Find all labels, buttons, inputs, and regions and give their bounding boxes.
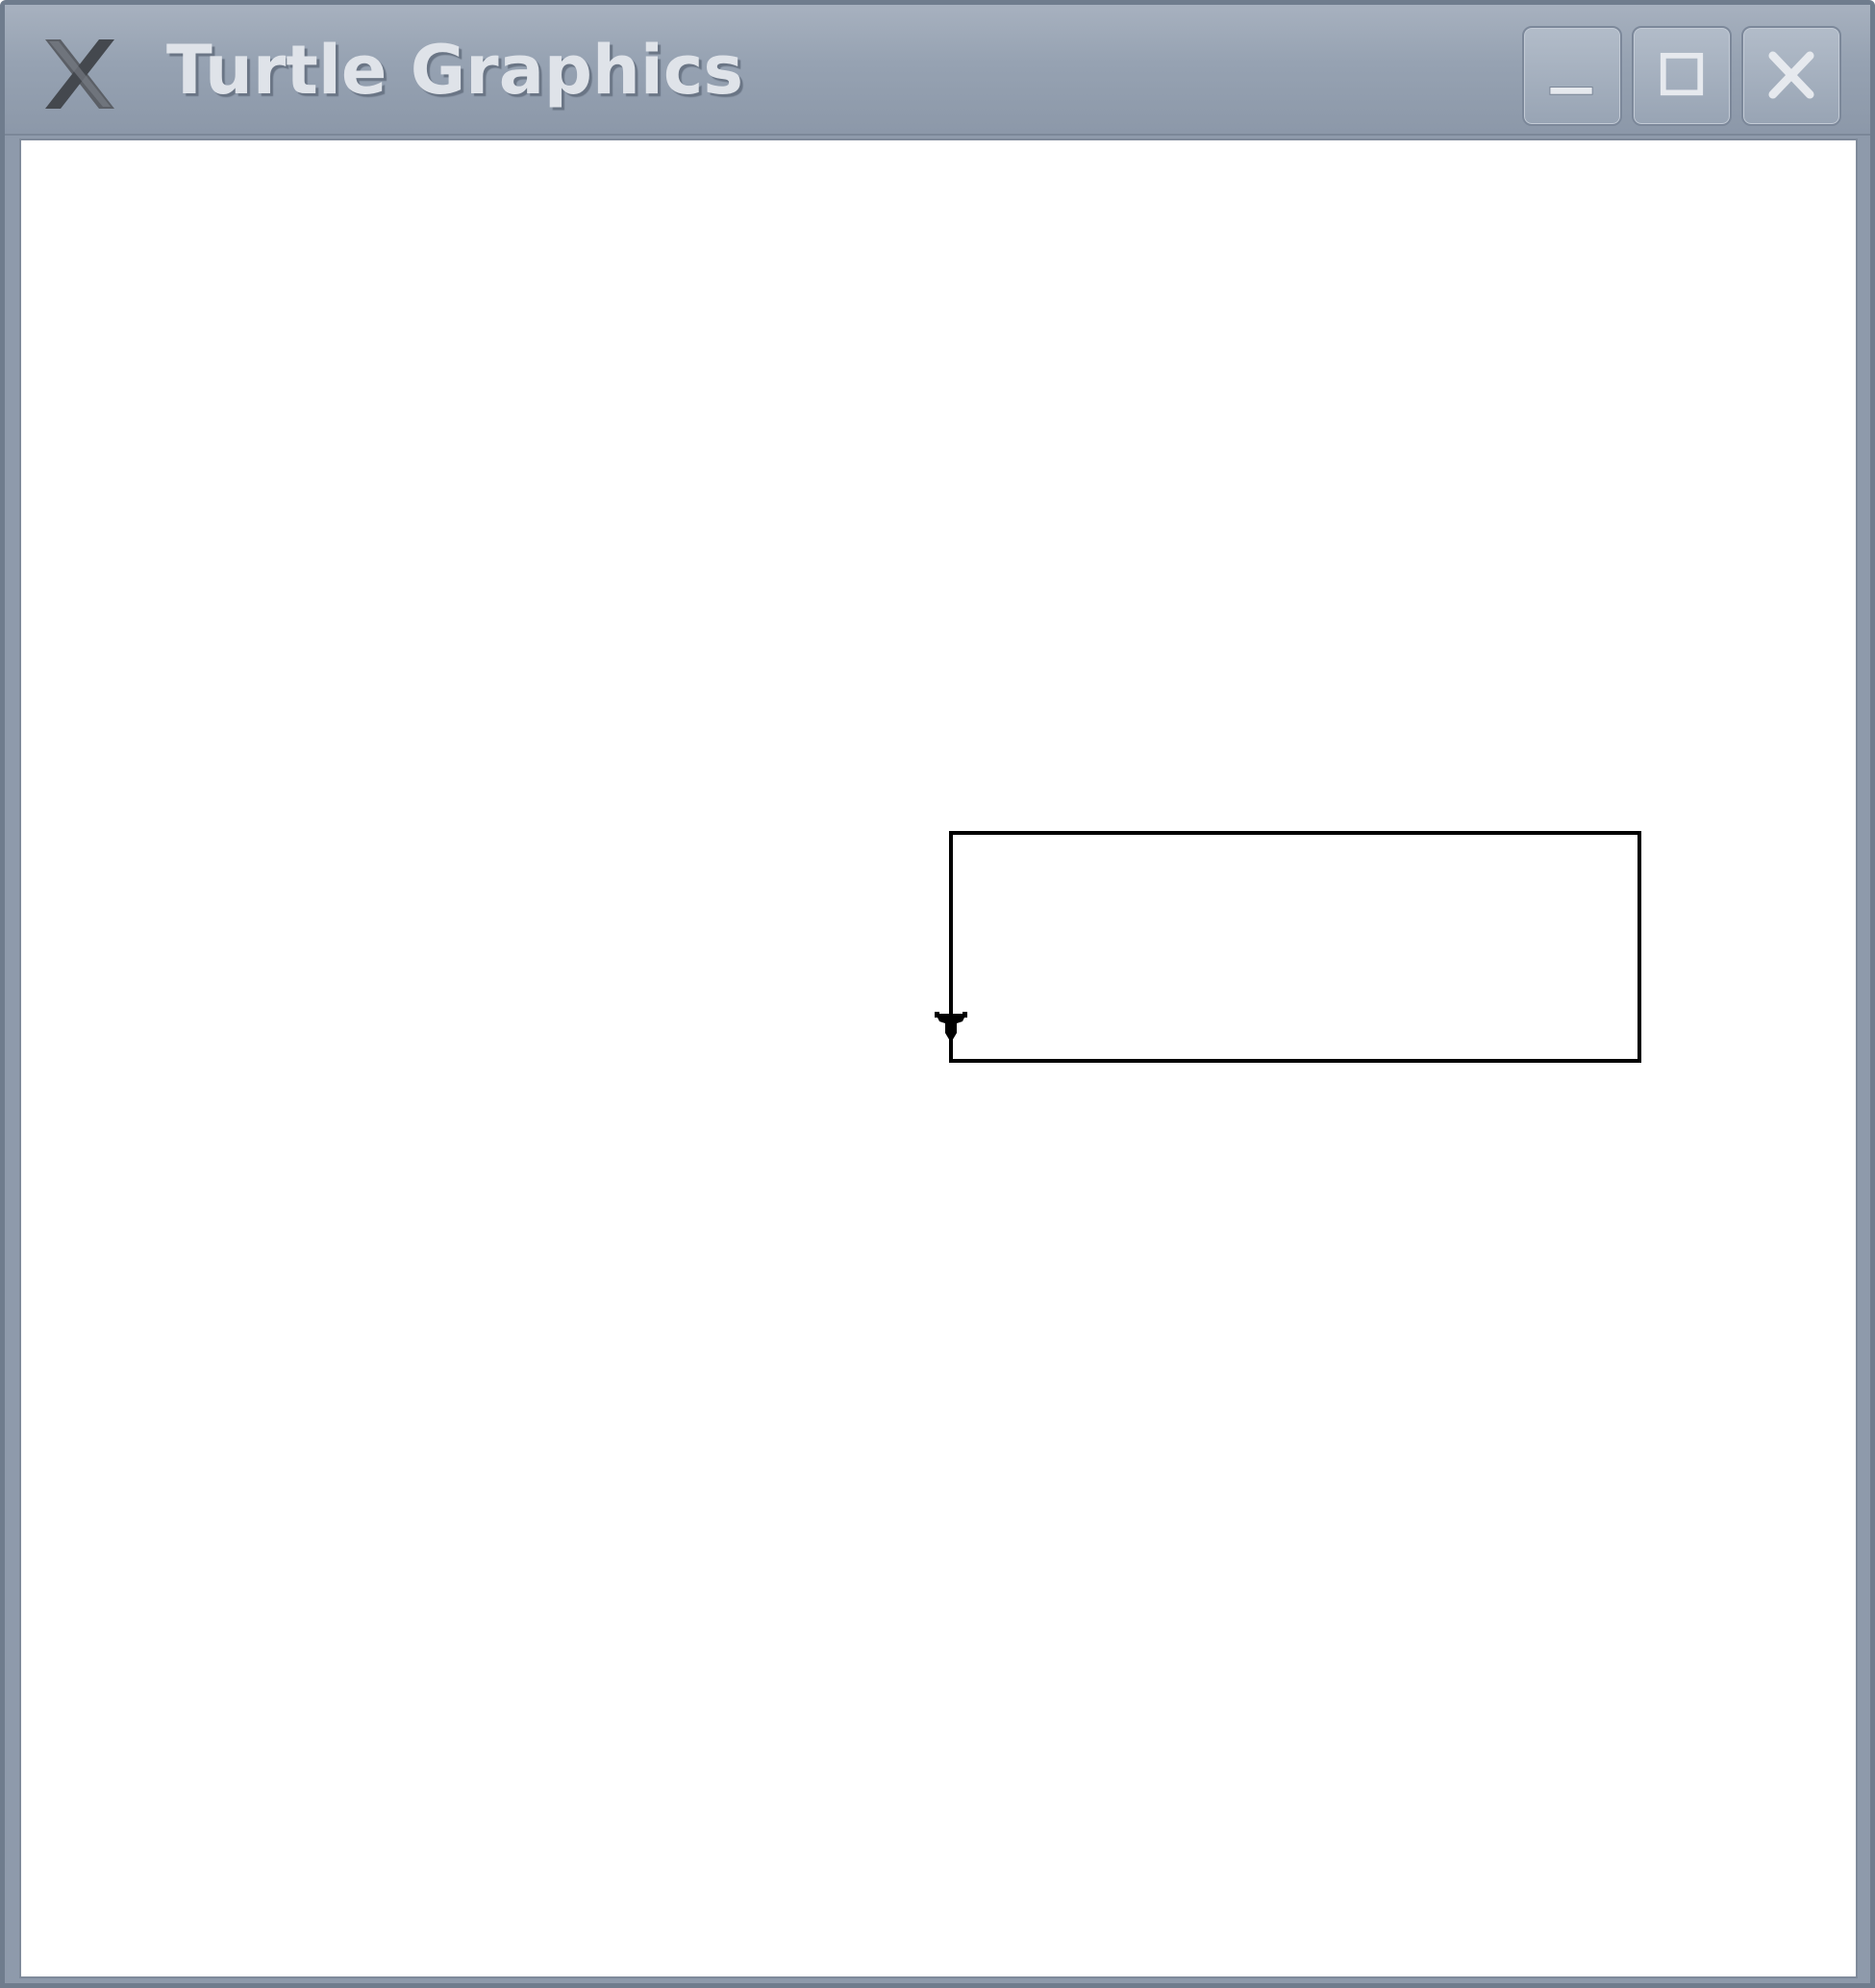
turtle-graphics-window: Turtle Graphics <box>0 0 1875 1988</box>
maximize-icon <box>1660 52 1704 96</box>
turtle-cursor-icon <box>935 1012 967 1043</box>
window-title: Turtle Graphics <box>166 31 744 110</box>
turtle-drawing <box>935 831 1641 1063</box>
drawing-canvas[interactable] <box>19 138 1858 1978</box>
x-logo-icon <box>45 39 114 109</box>
title-bar[interactable]: Turtle Graphics <box>5 5 1870 136</box>
minimize-icon <box>1549 87 1593 95</box>
close-icon <box>1768 51 1814 99</box>
minimize-button[interactable] <box>1522 26 1622 126</box>
maximize-button[interactable] <box>1632 26 1732 126</box>
drawn-rectangle <box>949 831 1641 1063</box>
close-button[interactable] <box>1741 26 1841 126</box>
